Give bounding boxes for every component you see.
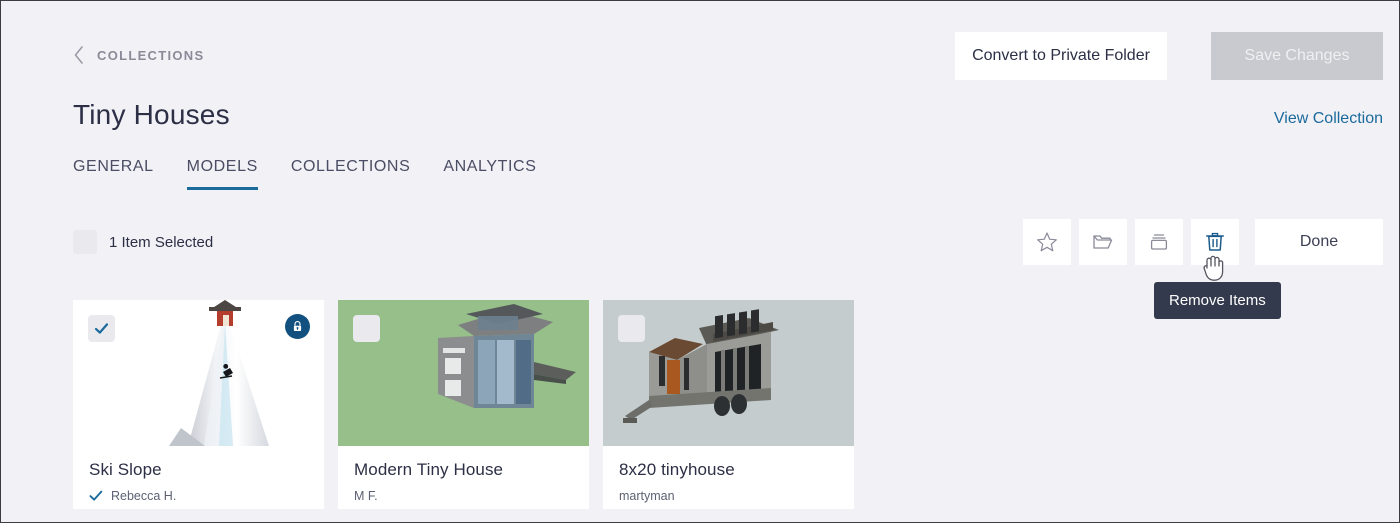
model-title: Modern Tiny House bbox=[354, 460, 504, 479]
remove-items-button[interactable] bbox=[1191, 219, 1239, 265]
selected-count-label: 1 Item Selected bbox=[109, 233, 214, 251]
model-author-name: Rebecca H. bbox=[111, 489, 177, 503]
favorite-button[interactable] bbox=[1023, 219, 1071, 265]
trash-icon bbox=[1205, 232, 1225, 251]
card-select-checkbox[interactable] bbox=[353, 315, 380, 342]
tab-models[interactable]: MODELS bbox=[186, 158, 291, 190]
chevron-left-icon bbox=[74, 46, 83, 64]
model-title: Ski Slope bbox=[89, 460, 162, 479]
model-card-body: Ski Slope Rebecca H. bbox=[73, 446, 324, 503]
select-all-checkbox[interactable] bbox=[73, 230, 97, 254]
model-author-name: M F. bbox=[354, 489, 378, 503]
add-to-collection-button[interactable] bbox=[1135, 219, 1183, 265]
card-select-checkbox[interactable] bbox=[88, 315, 115, 342]
view-collection-link[interactable]: View Collection bbox=[1274, 110, 1383, 128]
tab-general[interactable]: GENERAL bbox=[73, 158, 187, 190]
save-changes-button[interactable]: Save Changes bbox=[1211, 32, 1383, 80]
model-author-name: martyman bbox=[619, 489, 675, 503]
collection-stack-icon bbox=[1150, 234, 1168, 250]
breadcrumb[interactable]: COLLECTIONS bbox=[73, 45, 204, 65]
model-card-grid: Ski Slope Rebecca H. Modern Tiny House M… bbox=[73, 300, 854, 509]
model-card-body: 8x20 tinyhouse martyman bbox=[603, 446, 854, 503]
model-card-body: Modern Tiny House M F. bbox=[338, 446, 589, 503]
check-icon bbox=[94, 323, 109, 334]
model-author-row: martyman bbox=[619, 489, 838, 503]
tab-general-label: GENERAL bbox=[73, 158, 154, 175]
tooltip-remove-items: Remove Items bbox=[1154, 282, 1281, 319]
tab-active-underline bbox=[186, 187, 258, 190]
star-icon bbox=[1037, 232, 1057, 252]
model-author-row: M F. bbox=[354, 489, 573, 503]
model-card[interactable]: Modern Tiny House M F. bbox=[338, 300, 589, 509]
tab-collections[interactable]: COLLECTIONS bbox=[291, 158, 444, 190]
tab-analytics[interactable]: ANALYTICS bbox=[443, 158, 569, 190]
model-thumbnail bbox=[603, 300, 854, 446]
move-to-folder-button[interactable] bbox=[1079, 219, 1127, 265]
model-author-row: Rebecca H. bbox=[89, 489, 308, 503]
verified-check-icon bbox=[89, 490, 103, 501]
card-select-checkbox[interactable] bbox=[618, 315, 645, 342]
model-thumbnail bbox=[73, 300, 324, 446]
selection-summary-row: 1 Item Selected bbox=[73, 230, 213, 254]
model-card[interactable]: 8x20 tinyhouse martyman bbox=[603, 300, 854, 509]
tab-collections-label: COLLECTIONS bbox=[290, 158, 411, 175]
breadcrumb-label: COLLECTIONS bbox=[97, 47, 205, 63]
lock-icon bbox=[293, 321, 302, 331]
private-lock-badge bbox=[285, 314, 310, 339]
done-button[interactable]: Done bbox=[1255, 219, 1383, 265]
folder-icon bbox=[1093, 235, 1113, 249]
convert-to-private-folder-button[interactable]: Convert to Private Folder bbox=[955, 32, 1167, 80]
page-title: Tiny Houses bbox=[73, 99, 230, 130]
collection-detail-page: COLLECTIONS Tiny Houses GENERAL MODELS C… bbox=[0, 0, 1400, 523]
tab-bar: GENERAL MODELS COLLECTIONS ANALYTICS bbox=[73, 158, 570, 190]
tab-analytics-label: ANALYTICS bbox=[443, 158, 537, 175]
model-card[interactable]: Ski Slope Rebecca H. bbox=[73, 300, 324, 509]
bulk-action-toolbar: Done bbox=[1023, 219, 1383, 265]
tab-models-label: MODELS bbox=[186, 158, 258, 175]
model-title: 8x20 tinyhouse bbox=[619, 460, 735, 479]
model-thumbnail bbox=[338, 300, 589, 446]
